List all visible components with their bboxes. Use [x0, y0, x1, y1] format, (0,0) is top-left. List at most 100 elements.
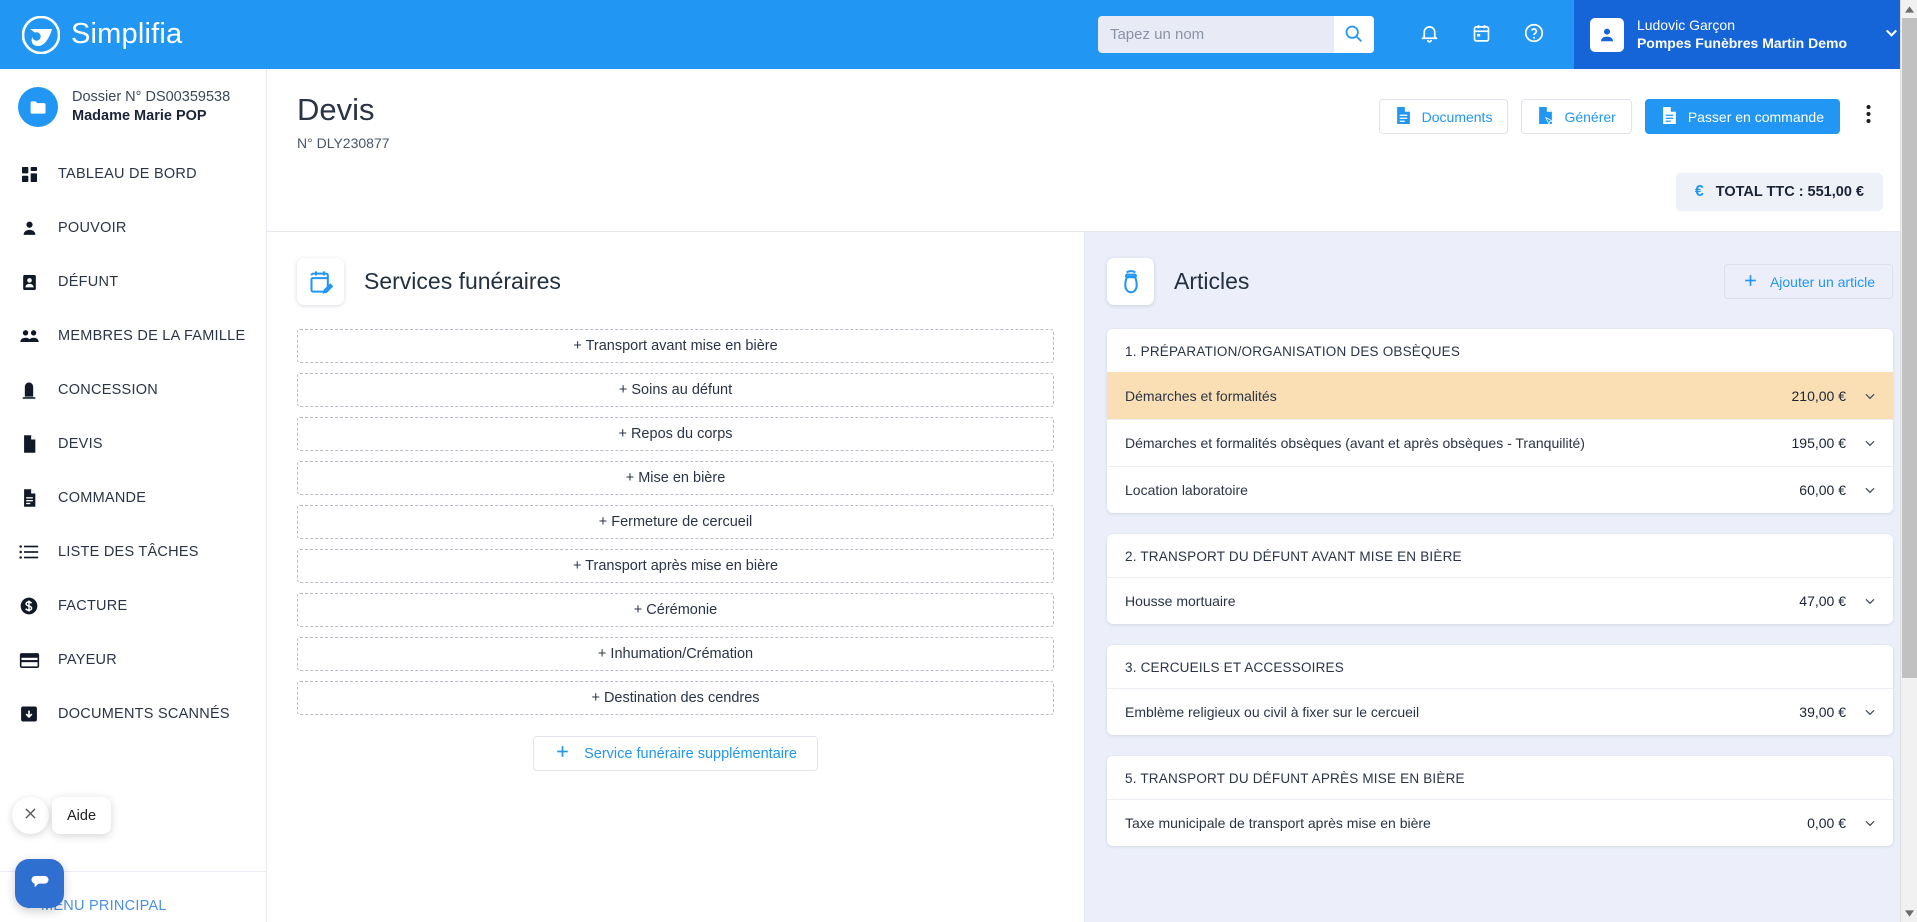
sidebar-item-label: FACTURE	[58, 598, 128, 614]
table-row[interactable]: Démarches et formalités 210,00 €	[1107, 372, 1893, 420]
plus-icon	[1742, 272, 1759, 292]
sidebar-item-commande[interactable]: COMMANDE	[0, 471, 266, 525]
table-row[interactable]: Démarches et formalités obsèques (avant …	[1107, 419, 1893, 466]
person-icon	[18, 219, 40, 238]
sidebar-item-pouvoir[interactable]: POUVOIR	[0, 201, 266, 255]
article-price: 47,00 €	[1799, 593, 1846, 610]
document-icon	[18, 434, 40, 454]
sidebar-item-defunt[interactable]: DÉFUNT	[0, 255, 266, 309]
search-icon	[1343, 23, 1364, 47]
chevron-down-icon[interactable]	[1863, 816, 1877, 830]
article-group: 3. CERCUEILS ET ACCESSOIRES Emblème reli…	[1107, 645, 1893, 736]
urn-icon	[1107, 258, 1154, 306]
article-price: 210,00 €	[1791, 388, 1847, 405]
sidebar-item-concession[interactable]: CONCESSION	[0, 363, 266, 417]
scrollbar-down-arrow-icon[interactable]	[1901, 904, 1917, 922]
service-inhumation-cremation[interactable]: + Inhumation/Crémation	[297, 637, 1054, 672]
service-repos-du-corps[interactable]: + Repos du corps	[297, 417, 1054, 452]
chevron-down-icon[interactable]	[1882, 23, 1901, 47]
help-circle-icon	[1523, 22, 1545, 47]
user-menu[interactable]: Ludovic Garçon Pompes Funèbres Martin De…	[1573, 0, 1917, 69]
dollar-coin-icon	[18, 596, 40, 616]
dossier-texts: Dossier N° DS00359538 Madame Marie POP	[72, 88, 230, 126]
service-label: + Mise en bière	[625, 470, 726, 487]
user-info: Ludovic Garçon Pompes Funèbres Martin De…	[1637, 17, 1847, 51]
articles-panel-title: Articles	[1174, 268, 1250, 295]
articles-panel-header: Articles Ajouter un article	[1107, 258, 1893, 306]
notifications-button[interactable]	[1404, 0, 1456, 69]
chat-launcher-button[interactable]	[15, 859, 64, 908]
service-mise-en-biere[interactable]: + Mise en bière	[297, 461, 1054, 496]
service-label: + Inhumation/Crémation	[597, 646, 754, 663]
article-price: 0,00 €	[1807, 815, 1846, 832]
passer-en-commande-button[interactable]: Passer en commande	[1644, 99, 1840, 134]
help-button[interactable]	[1508, 0, 1560, 69]
page-scrollbar[interactable]	[1900, 0, 1917, 922]
chevron-down-icon[interactable]	[1863, 705, 1877, 719]
scrollbar-thumb[interactable]	[1902, 18, 1917, 678]
sidebar-item-label: MEMBRES DE LA FAMILLE	[58, 328, 246, 344]
documents-button[interactable]: Documents	[1378, 99, 1509, 134]
search-input[interactable]	[1097, 26, 1334, 43]
brand-logo-area[interactable]: Simplifia	[0, 15, 267, 54]
article-price: 60,00 €	[1799, 482, 1846, 499]
headstone-icon	[18, 380, 40, 400]
search-box[interactable]	[1097, 16, 1374, 53]
generer-button[interactable]: Générer	[1521, 99, 1632, 134]
sidebar-item-label: LISTE DES TÂCHES	[58, 544, 199, 560]
chevron-down-icon[interactable]	[1863, 436, 1877, 450]
chat-tooltip[interactable]: Aide	[52, 797, 112, 834]
chevron-down-icon[interactable]	[1863, 594, 1877, 608]
calendar-edit-icon	[297, 258, 344, 306]
generer-button-label: Générer	[1564, 108, 1616, 125]
chevron-down-icon[interactable]	[1863, 389, 1877, 403]
table-row[interactable]: Housse mortuaire 47,00 €	[1107, 577, 1893, 624]
add-extra-service-label: Service funéraire supplémentaire	[584, 745, 797, 762]
service-soins-au-defunt[interactable]: + Soins au défunt	[297, 373, 1054, 408]
scrollbar-up-arrow-icon[interactable]	[1901, 0, 1917, 18]
chevron-down-icon[interactable]	[1863, 483, 1877, 497]
service-fermeture-de-cercueil[interactable]: + Fermeture de cercueil	[297, 505, 1054, 540]
more-options-button[interactable]	[1853, 100, 1883, 134]
sidebar-item-label: DEVIS	[58, 436, 103, 452]
sidebar-item-payeur[interactable]: PAYEUR	[0, 633, 266, 687]
body-area: Dossier N° DS00359538 Madame Marie POP T…	[0, 69, 1917, 922]
sidebar-item-label: COMMANDE	[58, 490, 147, 506]
sidebar-item-label: DOCUMENTS SCANNÉS	[58, 706, 230, 722]
sidebar-item-membres-de-la-famille[interactable]: MEMBRES DE LA FAMILLE	[0, 309, 266, 363]
add-article-button[interactable]: Ajouter un article	[1723, 264, 1893, 300]
sidebar-item-tableau-de-bord[interactable]: TABLEAU DE BORD	[0, 147, 266, 201]
article-group-title: 5. TRANSPORT DU DÉFUNT APRÈS MISE EN BIÈ…	[1125, 771, 1465, 787]
service-transport-apres-mise-en-biere[interactable]: + Transport après mise en bière	[297, 549, 1054, 584]
article-name: Démarches et formalités obsèques (avant …	[1125, 435, 1585, 452]
sidebar-item-liste-des-taches[interactable]: LISTE DES TÂCHES	[0, 525, 266, 579]
page-title: Devis	[297, 92, 375, 127]
sidebar-item-label: POUVOIR	[58, 220, 127, 236]
main-content: Devis N° DLY230877 Documents Générer Pas…	[267, 69, 1917, 922]
dossier-number: Dossier N° DS00359538	[72, 89, 231, 106]
service-label: + Cérémonie	[633, 602, 718, 619]
sidebar-item-facture[interactable]: FACTURE	[0, 579, 266, 633]
chat-bubble-icon	[27, 868, 53, 899]
table-row[interactable]: Emblème religieux ou civil à fixer sur l…	[1107, 688, 1893, 735]
calendar-button[interactable]	[1456, 0, 1508, 69]
document-lines-icon	[18, 488, 40, 508]
table-row[interactable]: Location laboratoire 60,00 €	[1107, 466, 1893, 513]
sidebar-item-devis[interactable]: DEVIS	[0, 417, 266, 471]
search-button[interactable]	[1333, 16, 1374, 53]
article-group-title: 1. PRÉPARATION/ORGANISATION DES OBSÈQUES	[1125, 344, 1461, 360]
service-transport-avant-mise-en-biere[interactable]: + Transport avant mise en bière	[297, 329, 1054, 364]
service-label: + Transport après mise en bière	[572, 558, 779, 575]
add-extra-service-button[interactable]: Service funéraire supplémentaire	[533, 736, 818, 772]
people-icon	[18, 327, 40, 346]
service-destination-des-cendres[interactable]: + Destination des cendres	[297, 681, 1054, 716]
table-row[interactable]: Taxe municipale de transport après mise …	[1107, 799, 1893, 846]
service-ceremonie[interactable]: + Cérémonie	[297, 593, 1054, 628]
service-extra-wrapper: Service funéraire supplémentaire	[297, 736, 1054, 772]
chat-close-button[interactable]	[12, 797, 49, 834]
dossier-summary[interactable]: Dossier N° DS00359538 Madame Marie POP	[0, 69, 266, 143]
sidebar-item-documents-scannes[interactable]: DOCUMENTS SCANNÉS	[0, 687, 266, 741]
bell-icon	[1419, 22, 1440, 47]
services-panel-header: Services funéraires	[297, 258, 1054, 306]
total-row: € TOTAL TTC : 551,00 €	[267, 151, 1917, 232]
